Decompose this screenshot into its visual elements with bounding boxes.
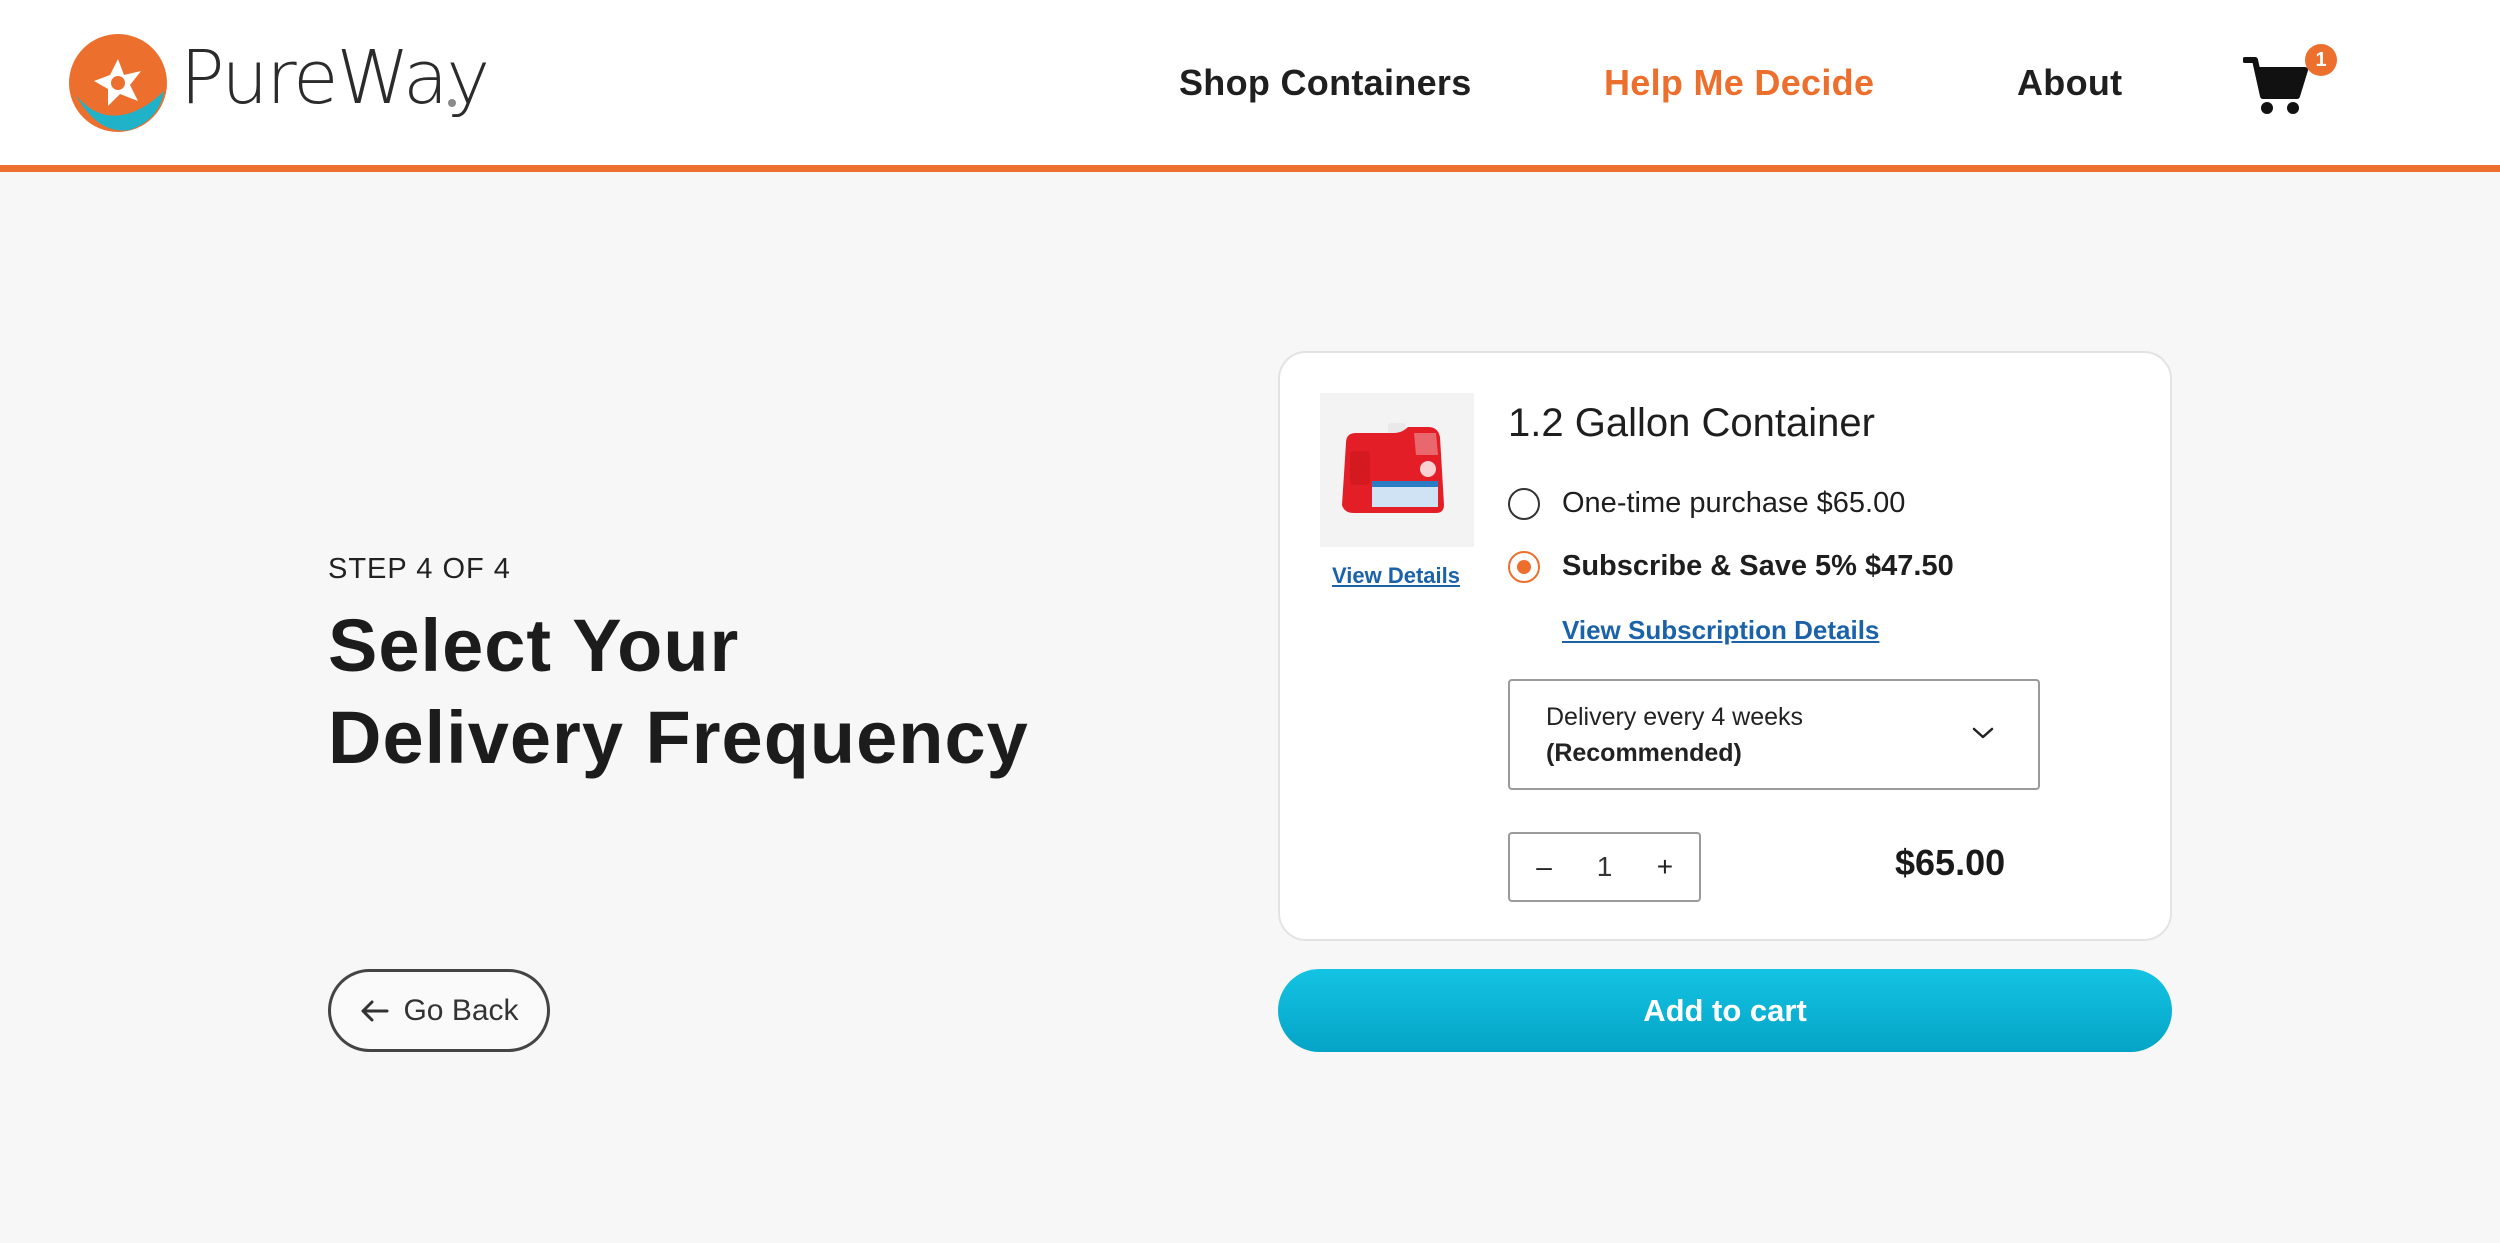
product-image [1320, 393, 1474, 547]
one-time-purchase-option[interactable]: One-time purchase $65.00 [1508, 487, 1905, 520]
nav-help-me-decide[interactable]: Help Me Decide [1604, 62, 1874, 104]
go-back-label: Go Back [403, 993, 519, 1027]
decrement-button[interactable]: – [1532, 851, 1556, 883]
delivery-frequency-select[interactable]: Delivery every 4 weeks (Recommended) [1508, 679, 2040, 790]
subscribe-radio[interactable] [1508, 550, 1540, 583]
pureway-logo[interactable]: PureWay [68, 33, 490, 133]
subscribe-label: Subscribe & Save 5% $47.50 [1562, 550, 1954, 582]
step-indicator: STEP 4 OF 4 [328, 553, 511, 585]
page-title-line2: Delivery Frequency [328, 696, 1029, 779]
page-title-line1: Select Your [328, 604, 740, 687]
product-card: View Details 1.2 Gallon Container One-ti… [1278, 351, 2172, 941]
add-to-cart-button[interactable]: Add to cart [1278, 969, 2172, 1052]
quantity-stepper: – 1 + [1508, 832, 1701, 902]
cart-icon[interactable] [2243, 56, 2309, 116]
go-back-button[interactable]: Go Back [328, 969, 550, 1052]
nav-shop-containers[interactable]: Shop Containers [1179, 62, 1472, 104]
registered-mark [448, 99, 456, 107]
subscribe-save-option[interactable]: Subscribe & Save 5% $47.50 [1508, 550, 1954, 583]
increment-button[interactable]: + [1653, 851, 1677, 883]
view-details-link[interactable]: View Details [1332, 563, 1460, 589]
quantity-value[interactable]: 1 [1597, 851, 1613, 883]
nav-about[interactable]: About [2017, 62, 2122, 104]
site-header: PureWay Shop Containers Help Me Decide A… [0, 0, 2500, 172]
page-title: Select Your Delivery Frequency [328, 600, 1128, 784]
product-name: 1.2 Gallon Container [1508, 401, 1875, 445]
cart-count-badge: 1 [2305, 44, 2337, 76]
brand-name: PureWay [180, 35, 490, 121]
product-price: $65.00 [1895, 842, 2006, 883]
one-time-label: One-time purchase $65.00 [1562, 487, 1906, 519]
frequency-recommended: (Recommended) [1546, 739, 1742, 767]
arrow-left-icon [361, 1000, 389, 1021]
one-time-radio[interactable] [1508, 487, 1540, 520]
frequency-value: Delivery every 4 weeks [1546, 703, 1804, 731]
chevron-down-icon [1972, 727, 1994, 739]
pureway-logo-icon [69, 34, 167, 132]
view-subscription-details-link[interactable]: View Subscription Details [1562, 615, 1879, 646]
